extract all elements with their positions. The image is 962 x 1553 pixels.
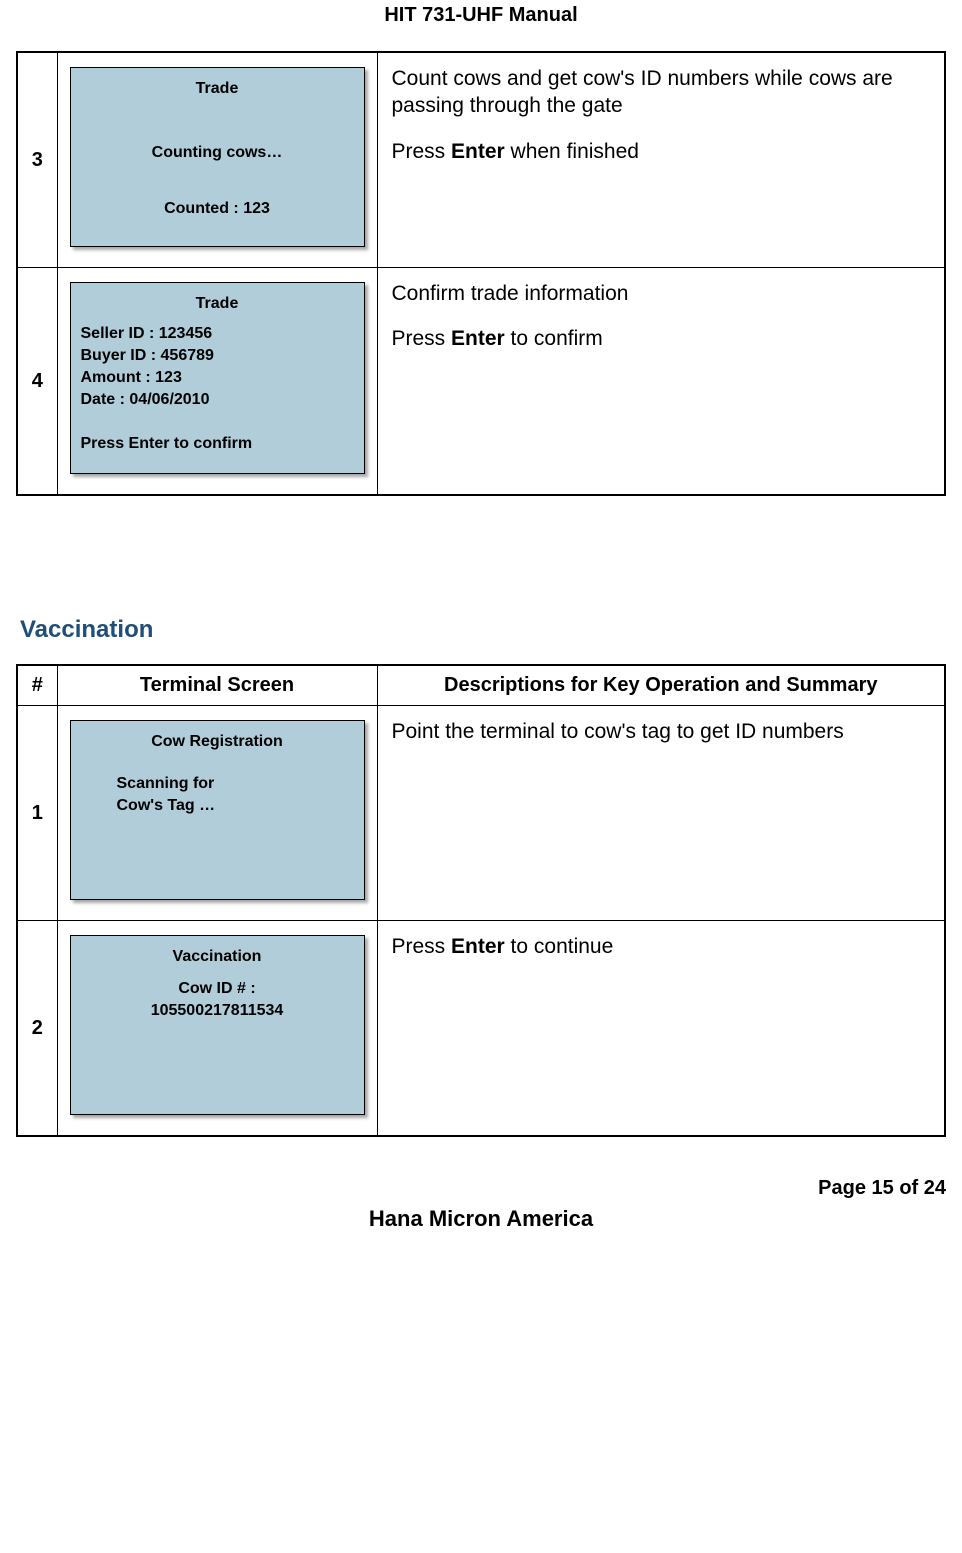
description-text: Point the terminal to cow's tag to get I…: [392, 718, 931, 745]
terminal-screen-cell: Cow Registration Scanning for Cow's Tag …: [57, 706, 377, 921]
table-vaccination: # Terminal Screen Descriptions for Key O…: [16, 664, 946, 1137]
description-text: Count cows and get cow's ID numbers whil…: [392, 65, 931, 120]
column-header-screen: Terminal Screen: [57, 665, 377, 706]
page-footer: Page 15 of 24 Hana Micron America: [0, 1177, 962, 1240]
step-number: 1: [17, 706, 57, 921]
page-number: Page 15 of 24: [16, 1177, 946, 1200]
description-cell: Confirm trade information Press Enter to…: [377, 268, 945, 496]
screen-seller: Seller ID : 123456: [81, 325, 354, 343]
step-number: 4: [17, 268, 57, 496]
description-cell: Point the terminal to cow's tag to get I…: [377, 706, 945, 921]
screen-buyer: Buyer ID : 456789: [81, 347, 354, 365]
screen-line: Scanning for: [81, 775, 354, 793]
screen-line: Cow ID # :: [81, 980, 354, 998]
screen-title: Trade: [81, 80, 354, 98]
key-name: Enter: [451, 935, 505, 958]
column-header-number: #: [17, 665, 57, 706]
screen-title: Cow Registration: [81, 733, 354, 751]
table-row: 1 Cow Registration Scanning for Cow's Ta…: [17, 706, 945, 921]
document-title: HIT 731-UHF Manual: [16, 0, 946, 51]
table-row: 3 Trade Counting cows… Counted : 123 Cou…: [17, 52, 945, 268]
screen-title: Trade: [81, 295, 354, 313]
company-name: Hana Micron America: [16, 1206, 946, 1232]
column-header-description: Descriptions for Key Operation and Summa…: [377, 665, 945, 706]
terminal-screen-trade-counting: Trade Counting cows… Counted : 123: [70, 67, 365, 247]
description-cell: Count cows and get cow's ID numbers whil…: [377, 52, 945, 268]
table-row: 4 Trade Seller ID : 123456 Buyer ID : 45…: [17, 268, 945, 496]
terminal-screen-cell: Vaccination Cow ID # : 105500217811534: [57, 921, 377, 1137]
terminal-screen-trade-confirm: Trade Seller ID : 123456 Buyer ID : 4567…: [70, 282, 365, 474]
text: Press: [392, 140, 452, 163]
terminal-screen-cow-registration: Cow Registration Scanning for Cow's Tag …: [70, 720, 365, 900]
terminal-screen-vaccination: Vaccination Cow ID # : 105500217811534: [70, 935, 365, 1115]
screen-counted: Counted : 123: [81, 200, 354, 218]
step-number: 3: [17, 52, 57, 268]
text: to continue: [505, 935, 614, 958]
screen-amount: Amount : 123: [81, 369, 354, 387]
text: to confirm: [505, 327, 603, 350]
table-row: 2 Vaccination Cow ID # : 105500217811534…: [17, 921, 945, 1137]
description-instruction: Press Enter to confirm: [392, 325, 931, 352]
screen-title: Vaccination: [81, 948, 354, 966]
screen-line: Cow's Tag …: [81, 797, 354, 815]
key-name: Enter: [451, 140, 505, 163]
description-instruction: Press Enter when finished: [392, 138, 931, 165]
screen-date: Date : 04/06/2010: [81, 391, 354, 409]
terminal-screen-cell: Trade Seller ID : 123456 Buyer ID : 4567…: [57, 268, 377, 496]
table-header-row: # Terminal Screen Descriptions for Key O…: [17, 665, 945, 706]
text: Press: [392, 327, 452, 350]
terminal-screen-cell: Trade Counting cows… Counted : 123: [57, 52, 377, 268]
table-trade-continuation: 3 Trade Counting cows… Counted : 123 Cou…: [16, 51, 946, 496]
key-name: Enter: [451, 327, 505, 350]
text: when finished: [505, 140, 639, 163]
step-number: 2: [17, 921, 57, 1137]
screen-action: Counting cows…: [81, 144, 354, 162]
screen-prompt: Press Enter to confirm: [81, 435, 354, 453]
text: Press: [392, 935, 452, 958]
description-instruction: Press Enter to continue: [392, 933, 931, 960]
screen-cow-id: 105500217811534: [81, 1002, 354, 1020]
description-text: Confirm trade information: [392, 280, 931, 307]
description-cell: Press Enter to continue: [377, 921, 945, 1137]
section-heading-vaccination: Vaccination: [20, 616, 946, 644]
